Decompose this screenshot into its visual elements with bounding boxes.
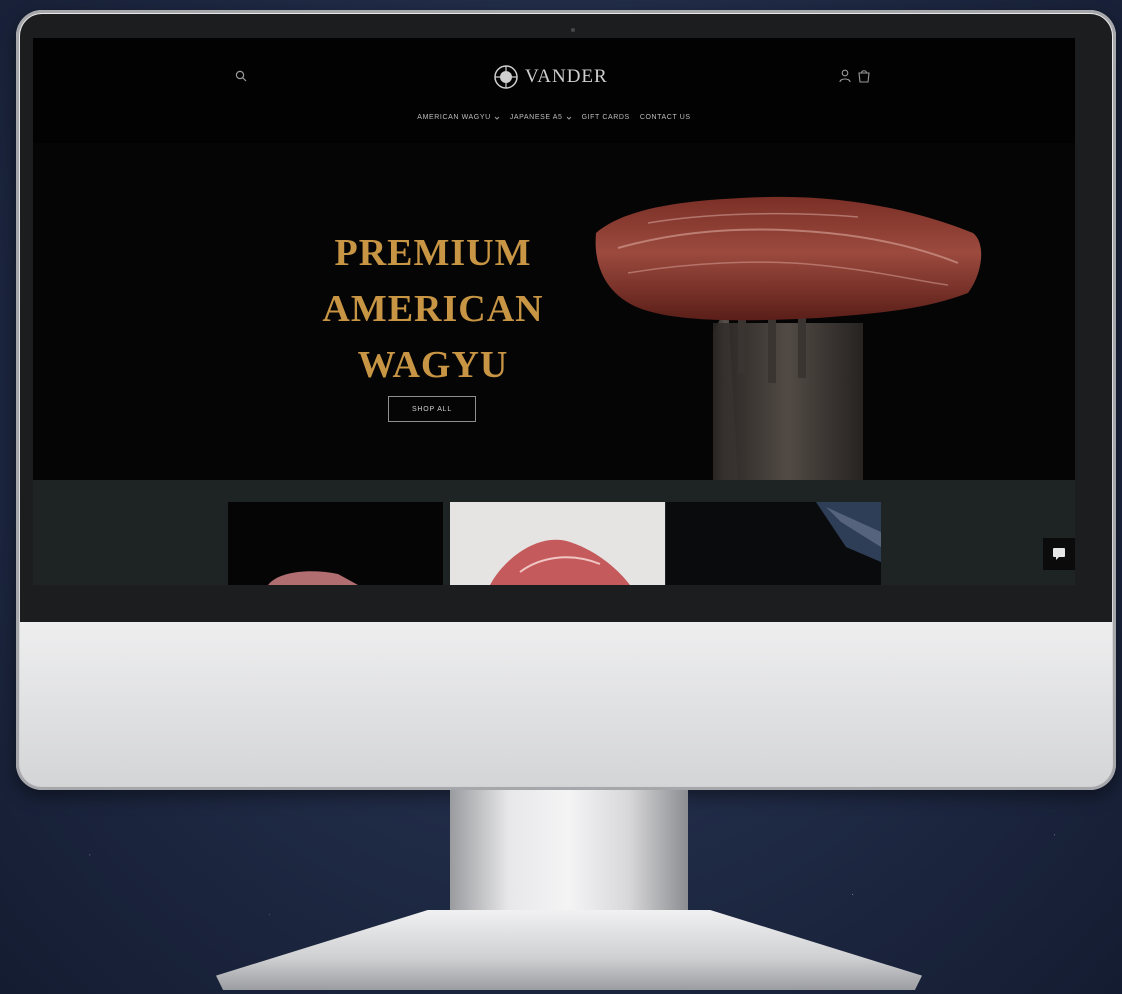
hero-title-line: AMERICAN bbox=[322, 288, 544, 330]
chat-icon bbox=[1053, 548, 1065, 560]
steak-on-fork-image bbox=[595, 196, 982, 483]
hero-title-line: PREMIUM bbox=[334, 232, 532, 274]
chevron-down-icon bbox=[494, 116, 500, 120]
nav-item-label: GIFT CARDS bbox=[581, 114, 630, 121]
logo-emblem-icon bbox=[494, 65, 518, 89]
search-icon[interactable] bbox=[235, 70, 247, 82]
chevron-down-icon bbox=[566, 116, 571, 120]
main-nav: AMERICAN WAGYU JAPANESE A5 GIFT CARDS CO… bbox=[33, 114, 1075, 121]
monitor-chin bbox=[20, 622, 1112, 786]
nav-item-label: JAPANESE A5 bbox=[509, 114, 563, 121]
product-image bbox=[816, 502, 881, 562]
product-card[interactable] bbox=[450, 502, 665, 585]
cart-icon[interactable] bbox=[857, 69, 871, 83]
product-card[interactable] bbox=[666, 502, 881, 585]
chat-widget-button[interactable] bbox=[1043, 538, 1075, 570]
product-strip bbox=[33, 480, 1075, 585]
website-screen: VANDER AMERICAN WAGYU JAPANESE A5 GIFT C… bbox=[33, 38, 1075, 585]
site-logo[interactable]: VANDER bbox=[493, 62, 608, 92]
nav-item-american-wagyu[interactable]: AMERICAN WAGYU bbox=[417, 114, 500, 121]
hero-banner: PREMIUM AMERICAN WAGYU SHOP ALL bbox=[33, 143, 1075, 483]
account-icon[interactable] bbox=[839, 69, 851, 83]
nav-item-gift-cards[interactable]: GIFT CARDS bbox=[582, 114, 630, 121]
product-image bbox=[490, 539, 630, 585]
product-card[interactable] bbox=[228, 502, 443, 585]
nav-item-label: AMERICAN WAGYU bbox=[417, 114, 491, 121]
shop-all-button[interactable]: SHOP ALL bbox=[388, 396, 476, 422]
site-header: VANDER AMERICAN WAGYU JAPANESE A5 GIFT C… bbox=[33, 38, 1075, 143]
logo-text: VANDER bbox=[525, 66, 608, 87]
camera-dot bbox=[571, 28, 575, 32]
hero-title: PREMIUM AMERICAN WAGYU bbox=[288, 225, 578, 393]
nav-item-contact-us[interactable]: CONTACT US bbox=[640, 114, 691, 121]
nav-item-label: CONTACT US bbox=[639, 114, 691, 121]
hero-title-line: WAGYU bbox=[357, 344, 509, 386]
monitor-stand-neck bbox=[450, 790, 688, 915]
nav-item-japanese-a5[interactable]: JAPANESE A5 bbox=[510, 114, 572, 121]
product-image bbox=[268, 571, 358, 585]
